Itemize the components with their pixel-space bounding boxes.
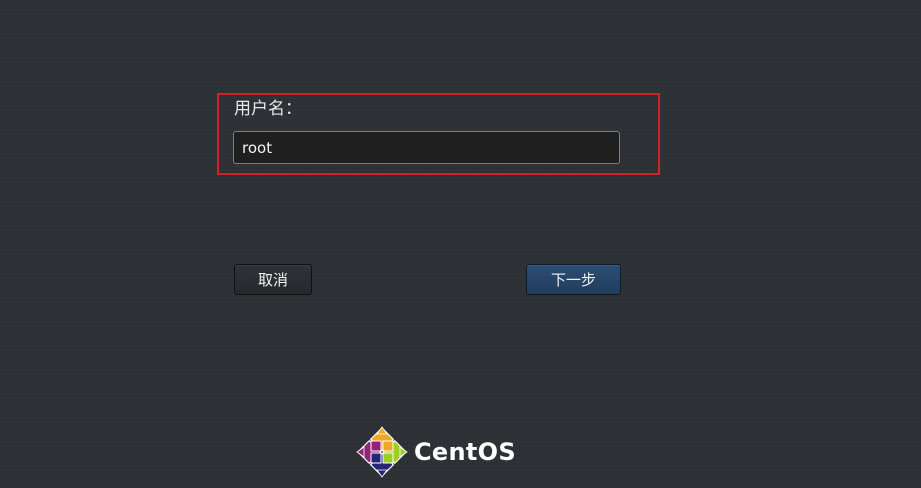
centos-logo-icon — [356, 426, 408, 478]
username-input[interactable] — [233, 131, 620, 164]
cancel-button[interactable]: 取消 — [234, 264, 312, 295]
centos-brand: CentOS — [356, 426, 516, 478]
username-label: 用户名： — [234, 99, 302, 119]
centos-wordmark: CentOS — [414, 438, 516, 466]
next-button[interactable]: 下一步 — [526, 264, 621, 295]
